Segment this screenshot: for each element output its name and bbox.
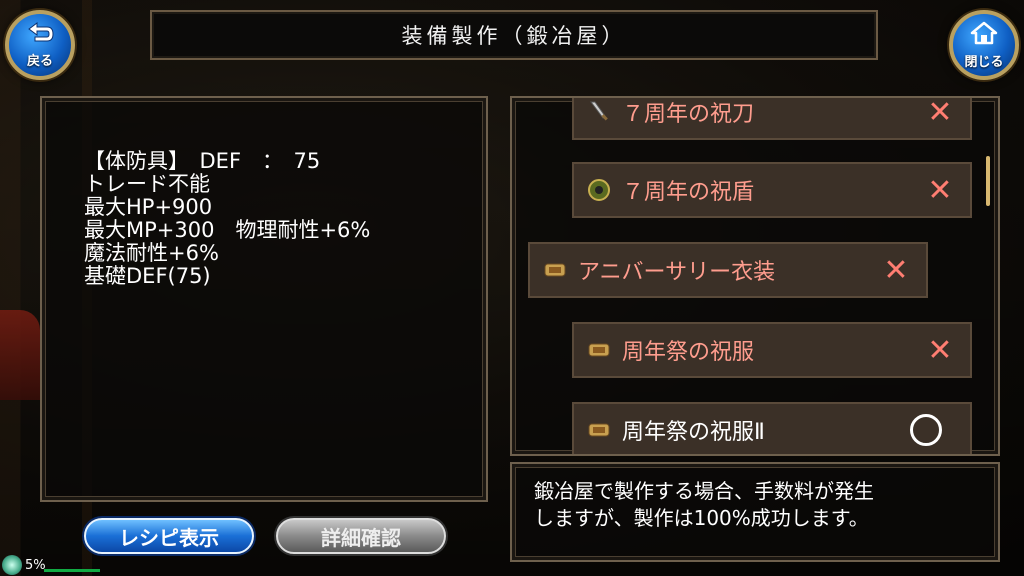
stat-line: 基礎DEF(75) — [84, 264, 211, 288]
recipe-list[interactable]: ７周年の祝刀 ✕ ７周年の祝盾 ✕ アニバーサリー衣装 ✕ 周年祭の祝服 ✕ 周… — [510, 96, 1000, 456]
stat-line: 【体防具】 DEF ： 75 — [84, 149, 321, 173]
stat-line: 最大HP+900 — [84, 195, 213, 219]
shield-icon — [586, 177, 612, 203]
stat-line: 最大MP+300 物理耐性+6% — [84, 218, 371, 242]
recipe-item[interactable]: 周年祭の祝服 ✕ — [572, 322, 972, 378]
close-label: 閉じる — [964, 54, 1004, 70]
message-line: しますが、製作は100%成功します。 — [534, 506, 869, 530]
back-button[interactable]: 戻る — [5, 10, 75, 80]
stat-line: 魔法耐性+6% — [84, 241, 219, 265]
recipe-name: 周年祭の祝服Ⅱ — [622, 420, 765, 445]
item-detail-panel: 【体防具】 DEF ： 75 トレード不能 最大HP+900 最大MP+300 … — [40, 96, 488, 502]
detail-check-button[interactable]: 詳細確認 — [276, 518, 446, 554]
close-button[interactable]: 閉じる — [949, 10, 1019, 80]
status-percent: 5% — [25, 557, 46, 573]
sword-icon — [586, 99, 612, 125]
recipe-view-button[interactable]: レシピ表示 — [84, 518, 254, 554]
recipe-name: アニバーサリー衣装 — [578, 260, 776, 285]
unavailable-mark: ✕ — [927, 332, 953, 368]
unavailable-mark: ✕ — [927, 172, 953, 208]
armor-icon — [542, 257, 568, 283]
available-mark — [910, 414, 942, 446]
list-scrollbar[interactable] — [986, 156, 990, 206]
home-icon — [970, 21, 998, 49]
background-decor — [0, 310, 40, 400]
recipe-name: 周年祭の祝服 — [622, 340, 755, 365]
recipe-item[interactable]: ７周年の祝盾 ✕ — [572, 162, 972, 218]
recipe-name: ７周年の祝盾 — [622, 180, 755, 205]
status-bar — [44, 569, 100, 572]
recipe-item[interactable]: 周年祭の祝服Ⅱ — [572, 402, 972, 454]
stat-line: トレード不能 — [84, 172, 210, 196]
message-panel: 鍛冶屋で製作する場合、手数料が発生 しますが、製作は100%成功します。 — [510, 462, 1000, 562]
recipe-name: ７周年の祝刀 — [622, 102, 755, 127]
globe-icon — [2, 555, 22, 575]
unavailable-mark: ✕ — [927, 96, 953, 130]
back-label: 戻る — [26, 53, 53, 69]
armor-icon — [586, 417, 612, 443]
page-title: 装備製作（鍛冶屋） — [150, 10, 878, 60]
unavailable-mark: ✕ — [883, 252, 909, 288]
back-arrow-icon — [25, 21, 55, 48]
item-stats: 【体防具】 DEF ： 75 トレード不能 最大HP+900 最大MP+300 … — [84, 150, 370, 288]
recipe-item-selected[interactable]: アニバーサリー衣装 ✕ — [528, 242, 928, 298]
recipe-item[interactable]: ７周年の祝刀 ✕ — [572, 96, 972, 140]
status-indicator: 5% — [0, 554, 100, 576]
message-line: 鍛冶屋で製作する場合、手数料が発生 — [534, 479, 874, 503]
armor-icon — [586, 337, 612, 363]
